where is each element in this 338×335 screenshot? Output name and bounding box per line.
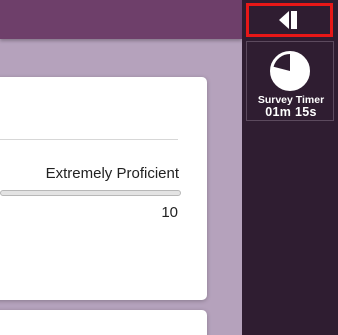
slider-track[interactable] bbox=[0, 190, 181, 196]
collapse-left-icon bbox=[278, 11, 297, 29]
next-question-card bbox=[0, 310, 207, 335]
main-content: Extremely Proficient 10 bbox=[0, 0, 242, 335]
top-bar bbox=[0, 0, 242, 39]
question-card: Extremely Proficient 10 bbox=[0, 77, 207, 300]
scale-max-value: 10 bbox=[161, 204, 178, 221]
survey-timer: Survey Timer 01m 15s bbox=[246, 41, 334, 121]
timer-value: 01m 15s bbox=[265, 105, 317, 119]
scale-max-label: Extremely Proficient bbox=[45, 165, 179, 182]
pie-timer-icon bbox=[270, 51, 310, 91]
collapse-sidebar-button[interactable] bbox=[246, 3, 333, 37]
card-divider bbox=[0, 139, 178, 140]
